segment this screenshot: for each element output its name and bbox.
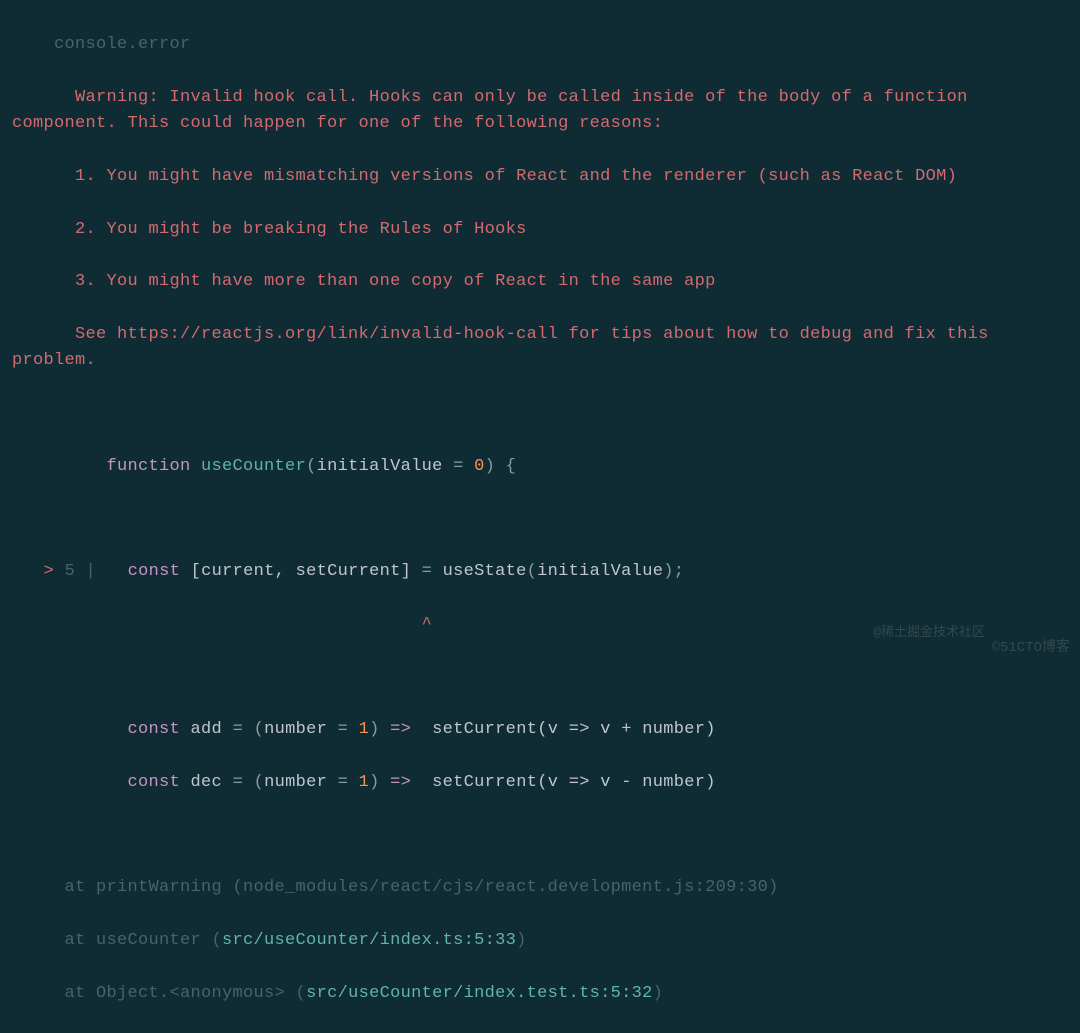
stack-line-3: at Object.<anonymous> (src/useCounter/in… bbox=[12, 981, 1068, 1007]
stack-line-2: at useCounter (src/useCounter/index.ts:5… bbox=[12, 928, 1068, 954]
console-error-label: console.error bbox=[12, 32, 1068, 58]
terminal-output: console.error Warning: Invalid hook call… bbox=[12, 6, 1068, 1033]
stack-line-1: at printWarning (node_modules/react/cjs/… bbox=[12, 875, 1068, 901]
code-line-add: const add = (number = 1) => setCurrent(v… bbox=[12, 717, 1068, 743]
code-line-fn-decl: function useCounter(initialValue = 0) { bbox=[12, 454, 1068, 480]
code-line-error-pointer: > 5 | const [current, setCurrent] = useS… bbox=[12, 559, 1068, 585]
code-line-dec: const dec = (number = 1) => setCurrent(v… bbox=[12, 770, 1068, 796]
error-line-2: 1. You might have mismatching versions o… bbox=[12, 164, 1068, 190]
error-line-3: 2. You might be breaking the Rules of Ho… bbox=[12, 217, 1068, 243]
error-line-4: 3. You might have more than one copy of … bbox=[12, 269, 1068, 295]
watermark-51cto: ©51CTO博客 bbox=[992, 638, 1070, 660]
watermark-juejin: @稀土掘金技术社区 bbox=[873, 623, 985, 643]
error-line-1: Warning: Invalid hook call. Hooks can on… bbox=[12, 85, 1068, 138]
error-line-5: See https://reactjs.org/link/invalid-hoo… bbox=[12, 322, 1068, 375]
